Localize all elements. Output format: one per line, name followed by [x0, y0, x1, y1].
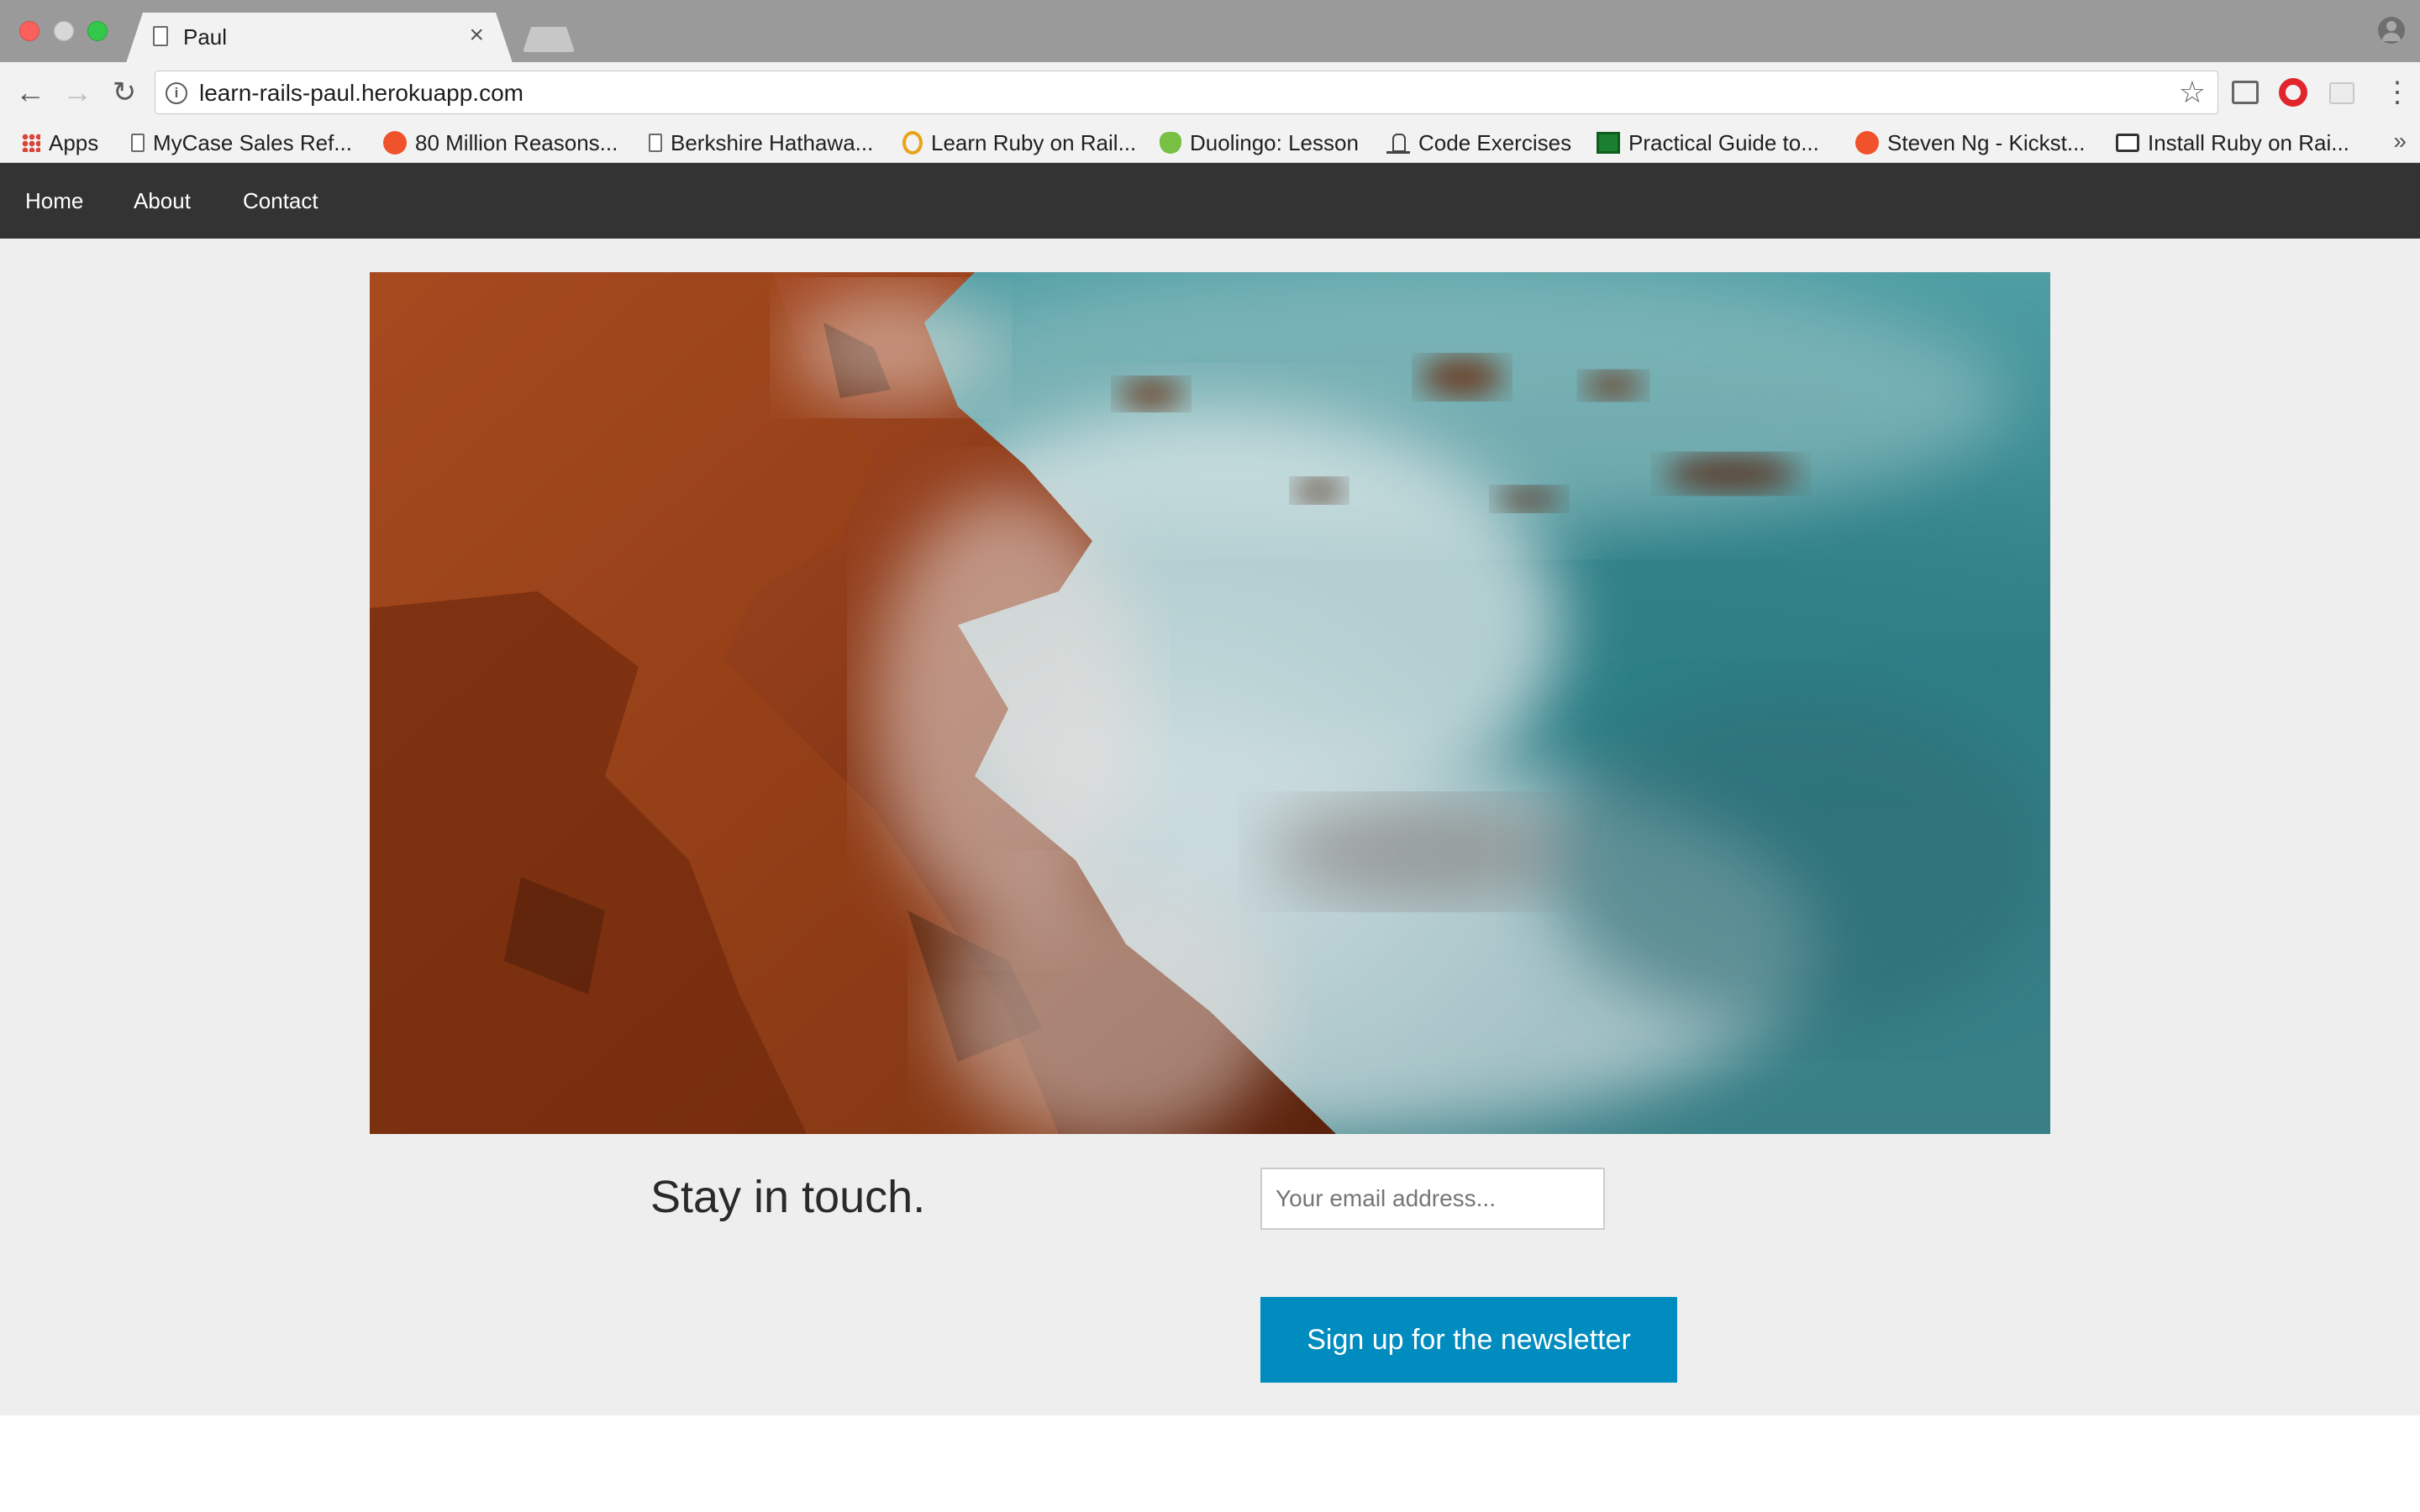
bookmark-label: Install Ruby on Rai...	[2148, 129, 2349, 155]
owl-icon	[1160, 132, 1181, 154]
page-icon	[131, 134, 145, 152]
menu-dots-icon[interactable]: ⋮	[2383, 76, 2412, 109]
extension-icon[interactable]	[2329, 82, 2354, 104]
tab-close-icon[interactable]: ×	[469, 23, 484, 48]
browser-toolbar: ← → ↻ i learn-rails-paul.herokuapp.com ☆…	[0, 62, 2420, 123]
stay-in-touch-heading: Stay in touch.	[650, 1172, 926, 1222]
page-content: Stay in touch. Sign up for the newslette…	[0, 239, 2420, 1415]
reload-icon[interactable]: ↻	[106, 74, 143, 111]
page-icon	[153, 26, 168, 46]
bookmarks-overflow-icon[interactable]: »	[2393, 128, 2407, 155]
bookmark-label: Code Exercises	[1418, 129, 1572, 155]
install-icon	[2116, 134, 2139, 152]
bookmark-mycase[interactable]: MyCase Sales Ref...	[131, 123, 352, 163]
window-close-button[interactable]	[19, 21, 39, 41]
bookmark-practical-guide[interactable]: Practical Guide to...	[1597, 123, 1819, 163]
page-icon	[649, 134, 662, 152]
bookmark-label: Duolingo: Lesson	[1190, 129, 1359, 155]
bookmark-apps[interactable]: Apps	[22, 123, 98, 163]
hero-sea-mist	[370, 272, 2050, 1134]
browser-tab[interactable]: Paul ×	[126, 13, 513, 63]
opera-extension-icon[interactable]	[2279, 78, 2307, 107]
hero-image	[370, 272, 2050, 1134]
bookmark-label: Berkshire Hathawa...	[671, 129, 874, 155]
back-arrow-icon[interactable]: ←	[12, 74, 49, 111]
red-circle-icon	[1855, 131, 1879, 155]
info-icon[interactable]: i	[166, 82, 187, 104]
bookmark-label: MyCase Sales Ref...	[153, 129, 352, 155]
tab-title: Paul	[183, 24, 228, 50]
bookmark-steven-ng[interactable]: Steven Ng - Kickst...	[1855, 123, 2086, 163]
code-icon	[1386, 132, 1410, 154]
url-text[interactable]: learn-rails-paul.herokuapp.com	[199, 80, 523, 107]
bookmark-code-exercises[interactable]: Code Exercises	[1386, 123, 1571, 163]
window-maximize-button[interactable]	[87, 21, 108, 41]
green-icon	[1597, 132, 1620, 154]
email-field[interactable]	[1260, 1168, 1605, 1230]
bookmark-80-million[interactable]: 80 Million Reasons...	[383, 123, 618, 163]
profile-icon[interactable]	[2378, 17, 2405, 44]
window-minimize-button[interactable]	[54, 21, 74, 41]
bookmark-star-icon[interactable]: ☆	[2179, 75, 2206, 110]
bookmark-label: Learn Ruby on Rail...	[931, 129, 1137, 155]
bookmark-label: Apps	[49, 129, 99, 155]
cast-icon[interactable]	[2232, 81, 2259, 104]
nav-link-contact[interactable]: Contact	[243, 188, 318, 214]
bookmark-berkshire[interactable]: Berkshire Hathawa...	[649, 123, 873, 163]
nav-link-home[interactable]: Home	[25, 188, 83, 214]
address-bar[interactable]: i learn-rails-paul.herokuapp.com ☆	[155, 71, 2218, 114]
bookmark-label: Steven Ng - Kickst...	[1887, 129, 2086, 155]
bookmark-label: Practical Guide to...	[1628, 129, 1819, 155]
red-circle-icon	[383, 131, 407, 155]
forward-arrow-icon[interactable]: →	[59, 74, 96, 111]
bookmark-learn-ruby[interactable]: Learn Ruby on Rail...	[902, 123, 1136, 163]
newsletter-signup-button[interactable]: Sign up for the newsletter	[1260, 1297, 1677, 1383]
site-navbar: Home About Contact	[0, 163, 2420, 239]
new-tab-button[interactable]	[523, 27, 575, 52]
apps-grid-icon	[22, 134, 40, 152]
bookmark-install-ruby[interactable]: Install Ruby on Rai...	[2116, 123, 2349, 163]
nav-link-about[interactable]: About	[134, 188, 191, 214]
tab-strip: Paul ×	[0, 0, 2420, 63]
bookmarks-bar: Apps MyCase Sales Ref... 80 Million Reas…	[0, 123, 2420, 163]
bookmark-duolingo[interactable]: Duolingo: Lesson	[1160, 123, 1359, 163]
bookmark-label: 80 Million Reasons...	[415, 129, 618, 155]
odin-icon	[902, 131, 923, 155]
browser-window: Paul × ← → ↻ i learn-rails-paul.herokuap…	[0, 0, 2420, 1512]
